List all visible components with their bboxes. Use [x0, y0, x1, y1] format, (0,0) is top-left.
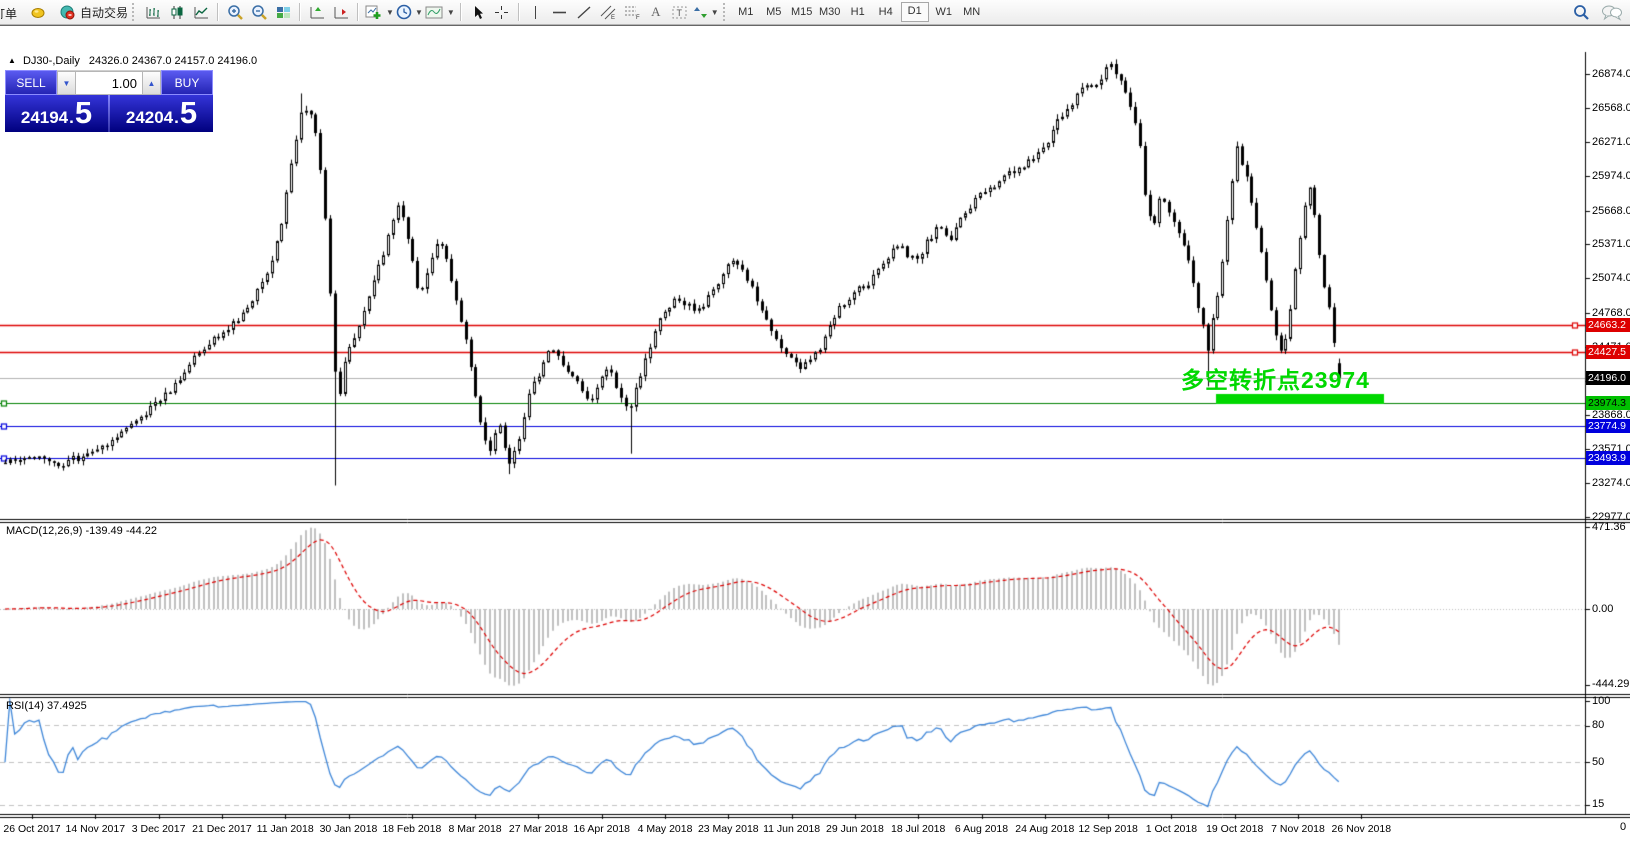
indicators-template-icon[interactable]: ▼	[425, 2, 455, 22]
new-order-button[interactable]: 订单	[1, 2, 25, 22]
buy-price-int: 24204	[126, 108, 173, 128]
volume-strip: ▼ 1.00 ▲	[57, 70, 161, 95]
horizontal-line-tool-icon[interactable]	[549, 2, 571, 22]
timeframe-m15[interactable]: M15	[789, 3, 815, 21]
macd-axis-min: -444.29	[1592, 678, 1629, 690]
candlestick-chart-icon[interactable]	[166, 2, 188, 22]
sell-price-pip: 5	[75, 99, 92, 127]
search-icon[interactable]	[1570, 2, 1592, 22]
toolbar-separator	[518, 3, 520, 21]
buy-price-dot: .	[174, 108, 179, 128]
auto-trading-icon[interactable]	[56, 2, 78, 22]
dropdown-caret: ▼	[386, 8, 394, 17]
corner-value: 0	[1620, 821, 1626, 833]
tile-windows-icon[interactable]	[272, 2, 294, 22]
buy-price[interactable]: 24204 . 5	[110, 95, 213, 132]
svg-text:T: T	[677, 8, 683, 18]
collapse-arrow-icon[interactable]: ▲	[8, 56, 16, 65]
dropdown-caret: ▼	[447, 8, 455, 17]
toolbar-separator	[460, 3, 462, 21]
timeframe-m30[interactable]: M30	[817, 3, 843, 21]
svg-text:E: E	[611, 15, 615, 20]
chart-period-clock-icon[interactable]: ▼	[396, 2, 423, 22]
equidistant-channel-tool-icon[interactable]: E	[597, 2, 619, 22]
sell-price-int: 24194	[21, 108, 68, 128]
rsi-axis-100: 100	[1592, 695, 1610, 707]
symbol-header: ▲ DJ30-,Daily 24326.0 24367.0 24157.0 24…	[8, 55, 257, 67]
toolbar-separator	[357, 3, 359, 21]
dropdown-caret: ▼	[711, 8, 719, 17]
chat-icon[interactable]	[1601, 2, 1623, 22]
new-order-label: 订单	[1, 5, 17, 22]
auto-trading-label[interactable]: 自动交易	[80, 2, 128, 22]
sell-button[interactable]: SELL	[5, 70, 57, 95]
sell-price[interactable]: 24194 . 5	[5, 95, 108, 132]
bar-chart-icon[interactable]	[142, 2, 164, 22]
zoom-out-icon[interactable]	[248, 2, 270, 22]
rsi-axis-50: 50	[1592, 756, 1604, 768]
text-tool-icon[interactable]: A	[645, 2, 667, 22]
buy-price-pip: 5	[180, 99, 197, 127]
timeframe-m1[interactable]: M1	[733, 3, 759, 21]
dropdown-caret: ▼	[415, 8, 423, 17]
timeframe-m5[interactable]: M5	[761, 3, 787, 21]
svg-text:F: F	[636, 15, 640, 20]
zoom-in-icon[interactable]	[224, 2, 246, 22]
timeframe-h4[interactable]: H4	[873, 3, 899, 21]
trendline-tool-icon[interactable]	[573, 2, 595, 22]
toolbar-separator	[299, 3, 301, 21]
rsi-axis-80: 80	[1592, 719, 1604, 731]
toolbar-grip	[723, 3, 729, 21]
rsi-label: RSI(14) 37.4925	[6, 700, 87, 712]
timeframe-w1[interactable]: W1	[931, 3, 957, 21]
macd-label: MACD(12,26,9) -139.49 -44.22	[6, 525, 157, 537]
volume-decrease-button[interactable]: ▼	[57, 71, 76, 95]
sell-price-dot: .	[69, 108, 74, 128]
line-chart-icon[interactable]	[190, 2, 212, 22]
volume-input[interactable]: 1.00	[76, 71, 142, 95]
timeframe-mn[interactable]: MN	[959, 3, 985, 21]
toolbar-separator	[217, 3, 219, 21]
label-tool-icon[interactable]: T	[669, 2, 691, 22]
crosshair-icon[interactable]	[491, 2, 513, 22]
macd-axis-max: 471.36	[1592, 521, 1626, 533]
volume-increase-button[interactable]: ▲	[142, 71, 161, 95]
chart-shift-icon[interactable]	[306, 2, 328, 22]
timeframe-h1[interactable]: H1	[845, 3, 871, 21]
new-chart-icon[interactable]: ▼	[364, 2, 394, 22]
macd-axis-zero: 0.00	[1592, 603, 1613, 615]
annotation-text[interactable]: 多空转折点23974	[1181, 361, 1370, 395]
toolbar-grip	[132, 3, 138, 21]
auto-scroll-icon[interactable]	[330, 2, 352, 22]
symbol-ohlc: 24326.0 24367.0 24157.0 24196.0	[89, 55, 257, 67]
one-click-trade-panel: SELL ▼ 1.00 ▲ BUY 24194 . 5 24204 . 5	[5, 70, 213, 132]
gold-seal-icon[interactable]	[27, 2, 49, 22]
main-toolbar: 订单 自动交易 ▼ ▼ ▼ E F A T ▼ M1 M5 M15 M30 H1…	[0, 0, 1630, 25]
arrows-tool-icon[interactable]: ▼	[693, 2, 719, 22]
price-row: 24194 . 5 24204 . 5	[5, 95, 213, 132]
chart-window: 26874.026568.026271.025974.025668.025371…	[0, 25, 1630, 823]
timeframe-d1[interactable]: D1	[901, 2, 929, 22]
symbol-title: DJ30-,Daily	[23, 55, 80, 67]
buy-button[interactable]: BUY	[161, 70, 213, 95]
chart-canvas[interactable]	[0, 26, 1630, 848]
rsi-axis-15: 15	[1592, 798, 1604, 810]
fibonacci-tool-icon[interactable]: F	[621, 2, 643, 22]
vertical-line-tool-icon[interactable]	[525, 2, 547, 22]
cursor-icon[interactable]	[467, 2, 489, 22]
